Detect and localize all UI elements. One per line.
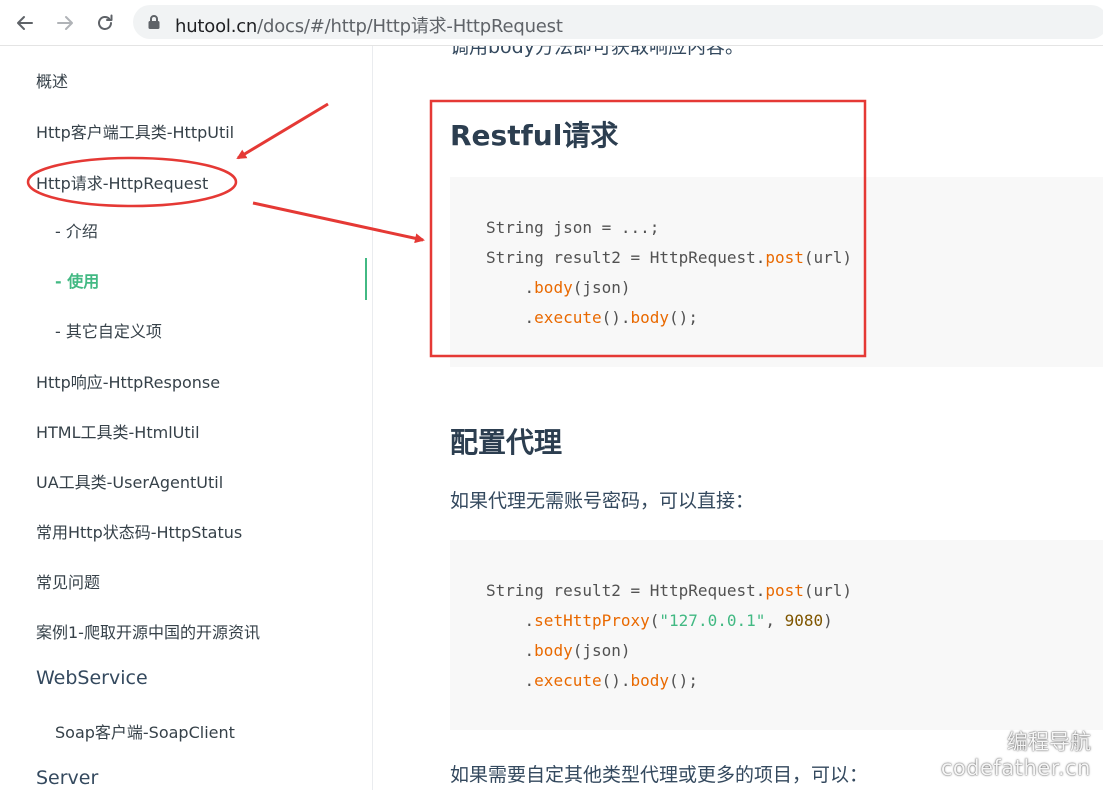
code-line: .body(json): [486, 278, 631, 297]
reload-icon: [98, 14, 113, 30]
sidebar-item-httpresponse[interactable]: Http响应-HttpResponse: [36, 369, 220, 393]
sidebar-section-server[interactable]: Server: [36, 767, 98, 789]
url-host: hutool.cn: [175, 16, 258, 37]
sidebar-item-other-custom[interactable]: - 其它自定义项: [55, 318, 162, 342]
code-line: String result2 = HttpRequest.post(url): [486, 581, 853, 600]
arrow-left-icon: [17, 16, 33, 30]
code-line: .execute().body();: [486, 671, 698, 690]
forward-button[interactable]: [50, 8, 80, 38]
code-block-proxy: String result2 = HttpRequest.post(url) .…: [450, 540, 1103, 730]
watermark-cn: 编程导航: [1007, 730, 1091, 754]
sidebar-item-httputil[interactable]: Http客户端工具类-HttpUtil: [36, 119, 234, 143]
address-bar[interactable]: hutool.cn/docs/#/http/Http请求-HttpRequest: [133, 5, 1103, 39]
sidebar-item-htmlutil[interactable]: HTML工具类-HtmlUtil: [36, 419, 200, 443]
watermark-en: codefather.cn: [940, 756, 1091, 780]
code-line: .execute().body();: [486, 308, 698, 327]
heading-restful: Restful请求: [450, 119, 619, 152]
watermark: 编程导航 codefather.cn: [941, 726, 1091, 780]
sidebar-item-useragentutil[interactable]: UA工具类-UserAgentUtil: [36, 469, 223, 493]
arrow-right-icon: [57, 16, 73, 30]
code-line: .body(json): [486, 641, 631, 660]
code-line: String result2 = HttpRequest.post(url): [486, 248, 853, 267]
sidebar-item-overview[interactable]: 概述: [36, 68, 68, 92]
sidebar-item-httpstatus[interactable]: 常用Http状态码-HttpStatus: [36, 519, 242, 543]
sidebar-item-soapclient[interactable]: Soap客户端-SoapClient: [55, 719, 235, 743]
sidebar-item-intro[interactable]: - 介绍: [55, 218, 98, 242]
lock-icon: [148, 15, 160, 29]
docs-sidebar: 概述 Http客户端工具类-HttpUtil Http请求-HttpReques…: [0, 46, 373, 790]
paragraph-cut: 调用body方法即可获取响应内容。: [450, 46, 744, 58]
sidebar-item-faq[interactable]: 常见问题: [36, 569, 100, 593]
sidebar-item-httprequest[interactable]: Http请求-HttpRequest: [36, 170, 208, 194]
sidebar-section-webservice[interactable]: WebService: [36, 667, 148, 689]
heading-proxy: 配置代理: [450, 426, 563, 459]
url-text: hutool.cn/docs/#/http/Http请求-HttpRequest: [175, 12, 563, 38]
sidebar-item-usage[interactable]: - 使用: [55, 268, 99, 292]
sidebar-item-case1[interactable]: 案例1-爬取开源中国的开源资讯: [36, 619, 260, 643]
url-path: /docs/#/http/Http请求-HttpRequest: [257, 16, 563, 37]
browser-toolbar: hutool.cn/docs/#/http/Http请求-HttpRequest: [0, 0, 1103, 46]
code-line: .setHttpProxy("127.0.0.1", 9080): [486, 611, 833, 630]
active-indicator: [365, 258, 367, 300]
paragraph-proxy-custom: 如果需要自定其他类型代理或更多的项目，可以：: [450, 764, 869, 786]
paragraph-proxy-simple: 如果代理无需账号密码，可以直接：: [450, 490, 755, 512]
back-button[interactable]: [10, 8, 40, 38]
reload-button[interactable]: [90, 8, 120, 38]
code-line: String json = ...;: [486, 218, 660, 237]
doc-content: 调用body方法即可获取响应内容。 Restful请求 String json …: [374, 46, 1103, 790]
code-block-restful: String json = ...; String result2 = Http…: [450, 177, 1103, 367]
